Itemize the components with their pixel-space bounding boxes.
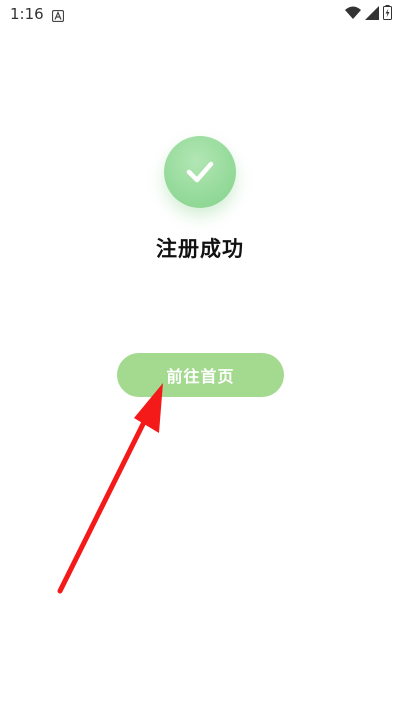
wifi-icon: [345, 5, 361, 24]
checkmark-icon: [186, 161, 214, 183]
battery-icon: [383, 4, 392, 24]
notification-a-icon: [51, 7, 65, 23]
status-icons: [345, 4, 392, 24]
status-time: 1:16: [10, 5, 44, 23]
status-bar: 1:16: [0, 0, 400, 28]
signal-icon: [365, 5, 379, 24]
go-home-button[interactable]: 前往首页: [117, 353, 284, 397]
registration-success-screen: 1:16 注册成功 前往首页: [0, 0, 400, 710]
success-checkmark-icon: [164, 136, 236, 208]
success-title: 注册成功: [156, 237, 244, 261]
